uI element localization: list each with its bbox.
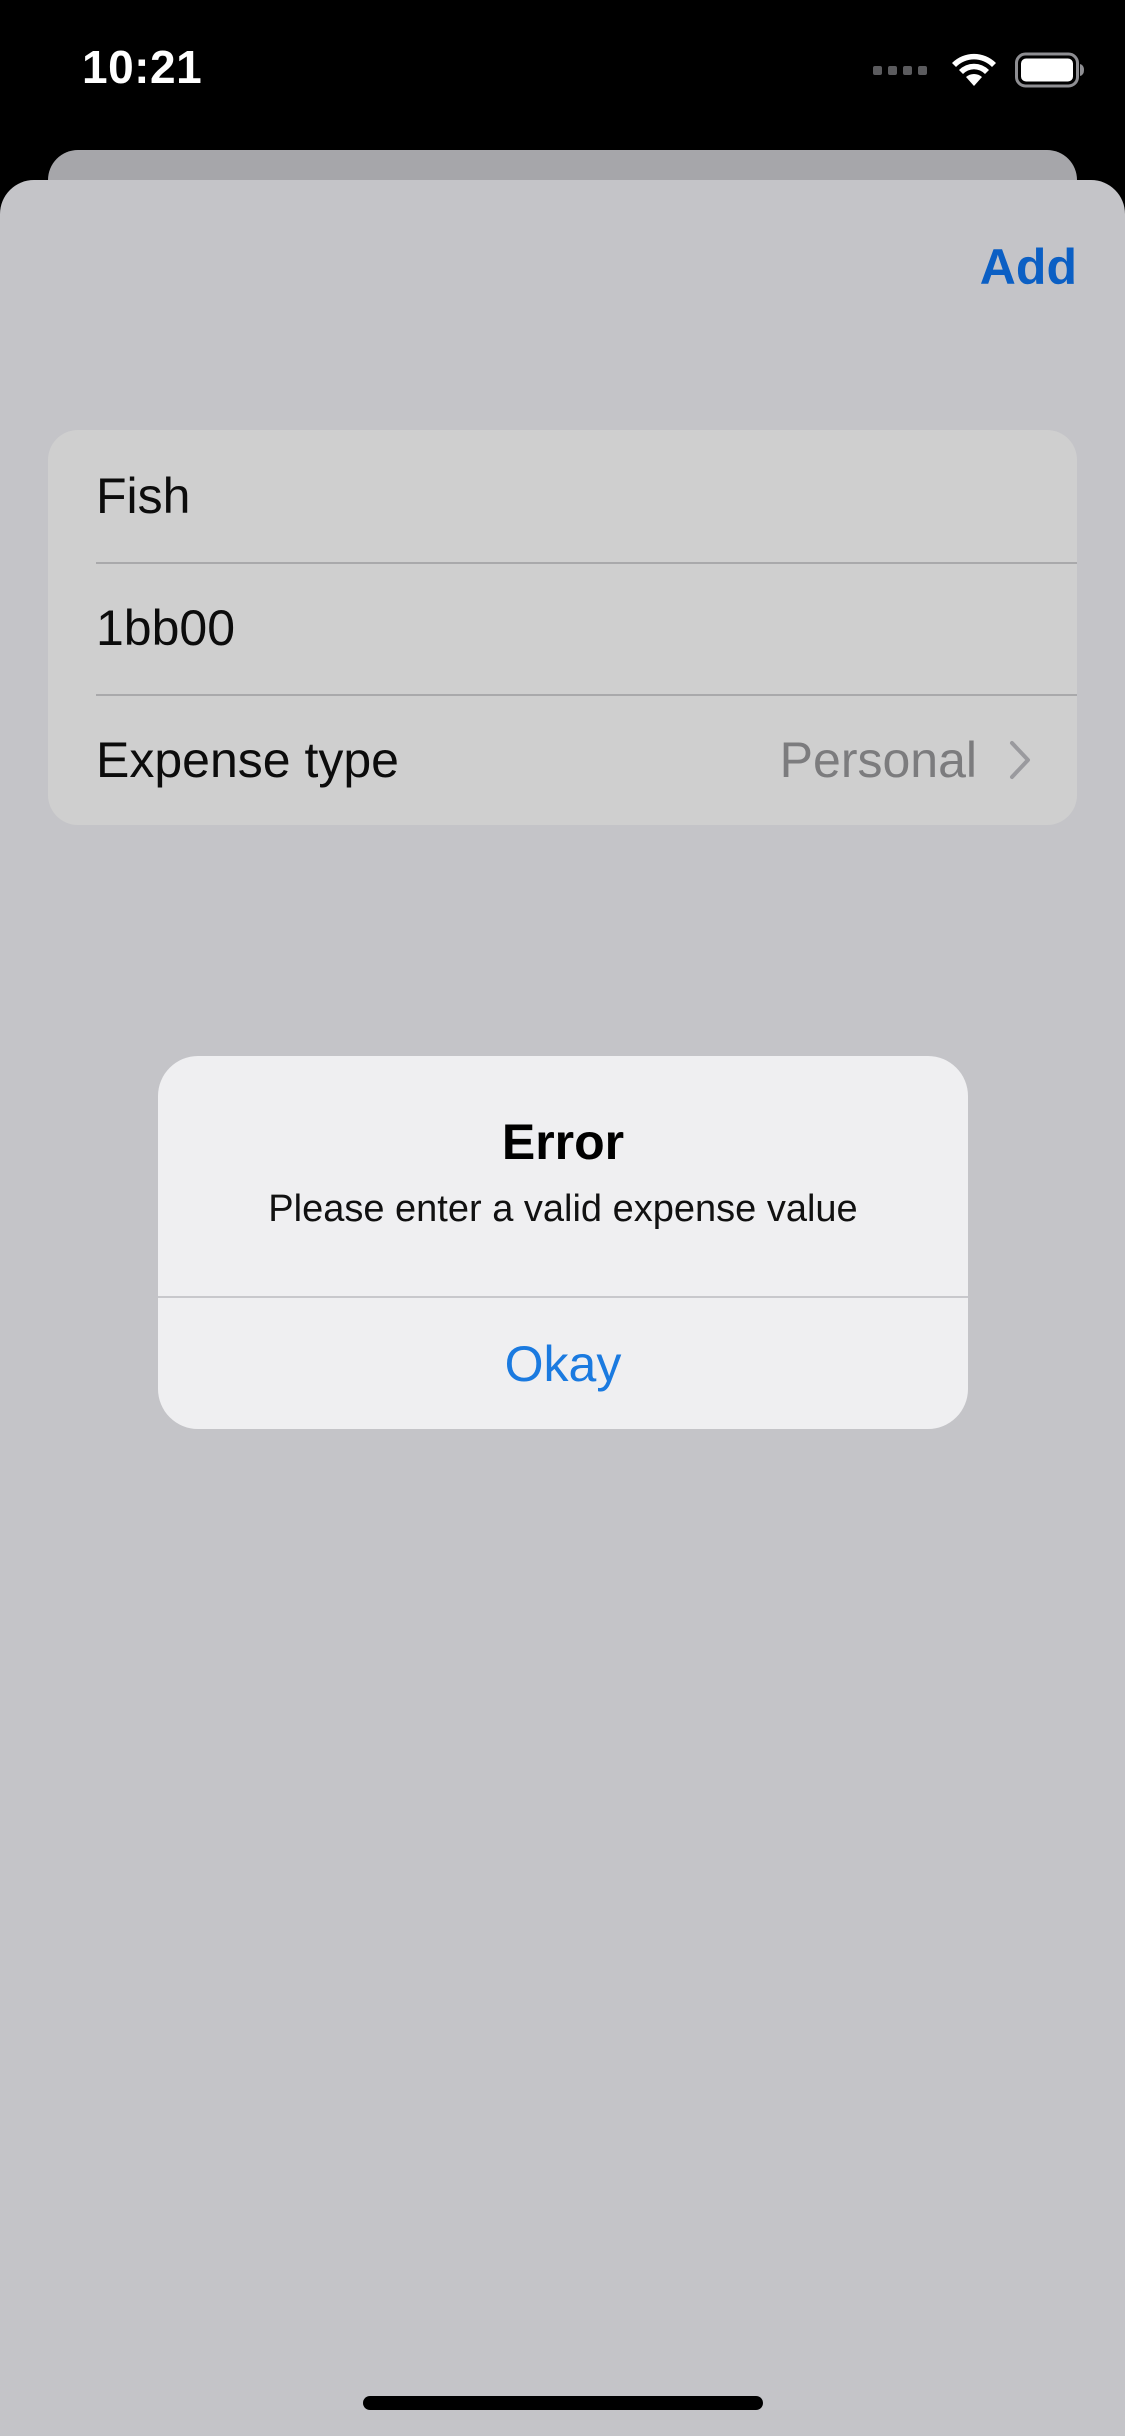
add-button[interactable]: Add — [980, 238, 1077, 296]
name-field-row[interactable]: Fish — [48, 430, 1077, 562]
alert-title: Error — [501, 1114, 625, 1170]
alert-message: Please enter a valid expense value — [268, 1188, 858, 1230]
wifi-icon — [952, 53, 996, 86]
status-icons — [873, 50, 1085, 90]
cellular-signal-icon — [873, 63, 929, 77]
okay-button[interactable]: Okay — [158, 1298, 968, 1429]
status-time: 10:21 — [82, 41, 203, 93]
amount-field-row[interactable]: 1bb00 — [48, 562, 1077, 694]
chevron-right-icon — [1010, 741, 1030, 779]
error-alert: Error Please enter a valid expense value… — [158, 1056, 968, 1429]
name-field[interactable]: Fish — [96, 467, 190, 525]
amount-field[interactable]: 1bb00 — [96, 599, 235, 657]
status-bar: 10:21 — [0, 0, 1125, 150]
expense-type-label: Expense type — [96, 732, 399, 788]
expense-type-row[interactable]: Expense type Personal — [48, 694, 1077, 825]
home-indicator[interactable] — [363, 2396, 763, 2410]
expense-type-value: Personal — [779, 732, 977, 788]
battery-icon — [1015, 52, 1084, 88]
expense-form: Fish 1bb00 Expense type Personal — [48, 430, 1077, 825]
